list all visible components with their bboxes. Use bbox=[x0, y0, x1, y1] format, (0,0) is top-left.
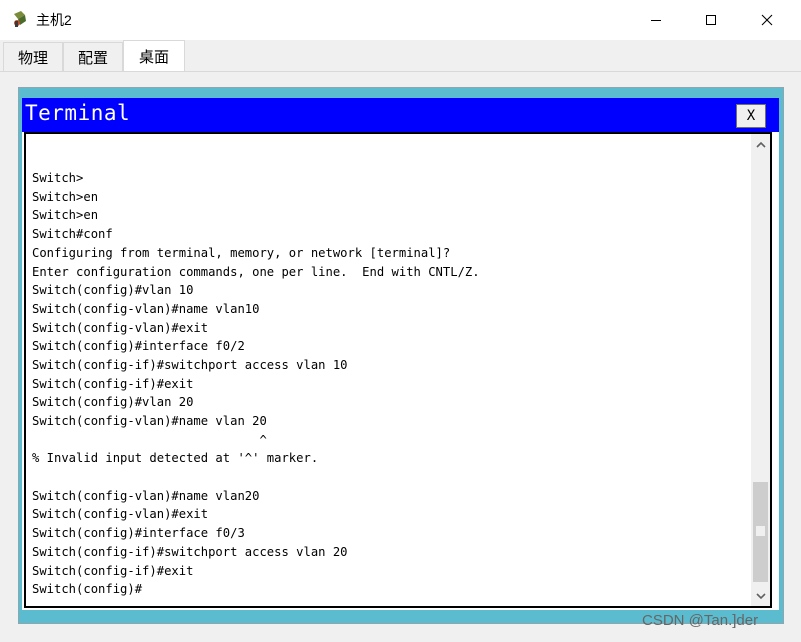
scroll-thumb-grip bbox=[756, 526, 765, 536]
watermark: CSDN @Tan.]der bbox=[642, 612, 759, 629]
window-title: 主机2 bbox=[36, 12, 72, 28]
terminal-output[interactable]: Switch> Switch>en Switch>en Switch#conf Conf… bbox=[24, 132, 772, 608]
terminal-line: Switch#conf bbox=[32, 227, 113, 242]
terminal-lines: Switch> Switch>en Switch>en Switch#conf Conf… bbox=[32, 134, 480, 599]
maximize-button[interactable] bbox=[688, 0, 734, 40]
terminal-line: Switch(config-vlan)#name vlan10 bbox=[32, 301, 260, 316]
terminal-line: Switch(config-if)#switchport access vlan… bbox=[32, 544, 348, 559]
terminal-line: Switch(config-vlan)#exit bbox=[32, 507, 209, 522]
terminal-line: ^ bbox=[32, 432, 267, 447]
maximize-icon bbox=[706, 15, 716, 25]
terminal-line: Switch(config)# bbox=[32, 582, 143, 597]
terminal-line: Switch>en bbox=[32, 189, 99, 204]
terminal-line: Switch>en bbox=[32, 208, 99, 223]
terminal-line: Switch(config-if)#exit bbox=[32, 563, 194, 578]
tab-config[interactable]: 配置 bbox=[63, 42, 123, 71]
terminal-line: Switch> bbox=[32, 171, 84, 186]
tab-bar: 物理 配置 桌面 bbox=[0, 40, 801, 72]
title-bar: 主机2 bbox=[0, 0, 801, 40]
terminal-title: Terminal bbox=[25, 101, 131, 125]
terminal-line: Switch(config)#vlan 10 bbox=[32, 283, 194, 298]
terminal-line: Switch(config)#interface f0/3 bbox=[32, 526, 245, 541]
app-icon bbox=[12, 10, 30, 28]
minimize-button[interactable] bbox=[633, 0, 679, 40]
terminal-header: Terminal X bbox=[22, 98, 779, 132]
minimize-icon bbox=[651, 20, 661, 21]
close-button[interactable] bbox=[744, 0, 790, 40]
close-icon bbox=[761, 14, 773, 26]
terminal-line: Switch(config-if)#switchport access vlan… bbox=[32, 357, 348, 372]
tab-desktop[interactable]: 桌面 bbox=[123, 40, 185, 71]
terminal-line: Switch(config-vlan)#name vlan20 bbox=[32, 488, 260, 503]
terminal-window: Terminal X Switch> Switch>en Switch>en Swit… bbox=[22, 98, 779, 610]
terminal-line: Switch(config-vlan)#exit bbox=[32, 320, 209, 335]
vertical-scrollbar[interactable] bbox=[751, 134, 770, 606]
scroll-thumb[interactable] bbox=[753, 482, 768, 582]
tab-physical[interactable]: 物理 bbox=[3, 42, 63, 71]
terminal-line: Enter configuration commands, one per li… bbox=[32, 264, 480, 279]
terminal-line: Switch(config)#vlan 20 bbox=[32, 395, 194, 410]
terminal-line: Switch(config-vlan)#name vlan 20 bbox=[32, 414, 267, 428]
chevron-up-icon bbox=[755, 141, 766, 148]
scroll-down-button[interactable] bbox=[751, 586, 770, 606]
terminal-line: Configuring from terminal, memory, or ne… bbox=[32, 245, 451, 260]
scroll-up-button[interactable] bbox=[751, 134, 770, 154]
terminal-close-button[interactable]: X bbox=[736, 104, 766, 128]
terminal-line: Switch(config)#interface f0/2 bbox=[32, 339, 245, 354]
terminal-line: % Invalid input detected at '^' marker. bbox=[32, 451, 319, 466]
chevron-down-icon bbox=[755, 592, 766, 599]
terminal-line: Switch(config-if)#exit bbox=[32, 376, 194, 391]
